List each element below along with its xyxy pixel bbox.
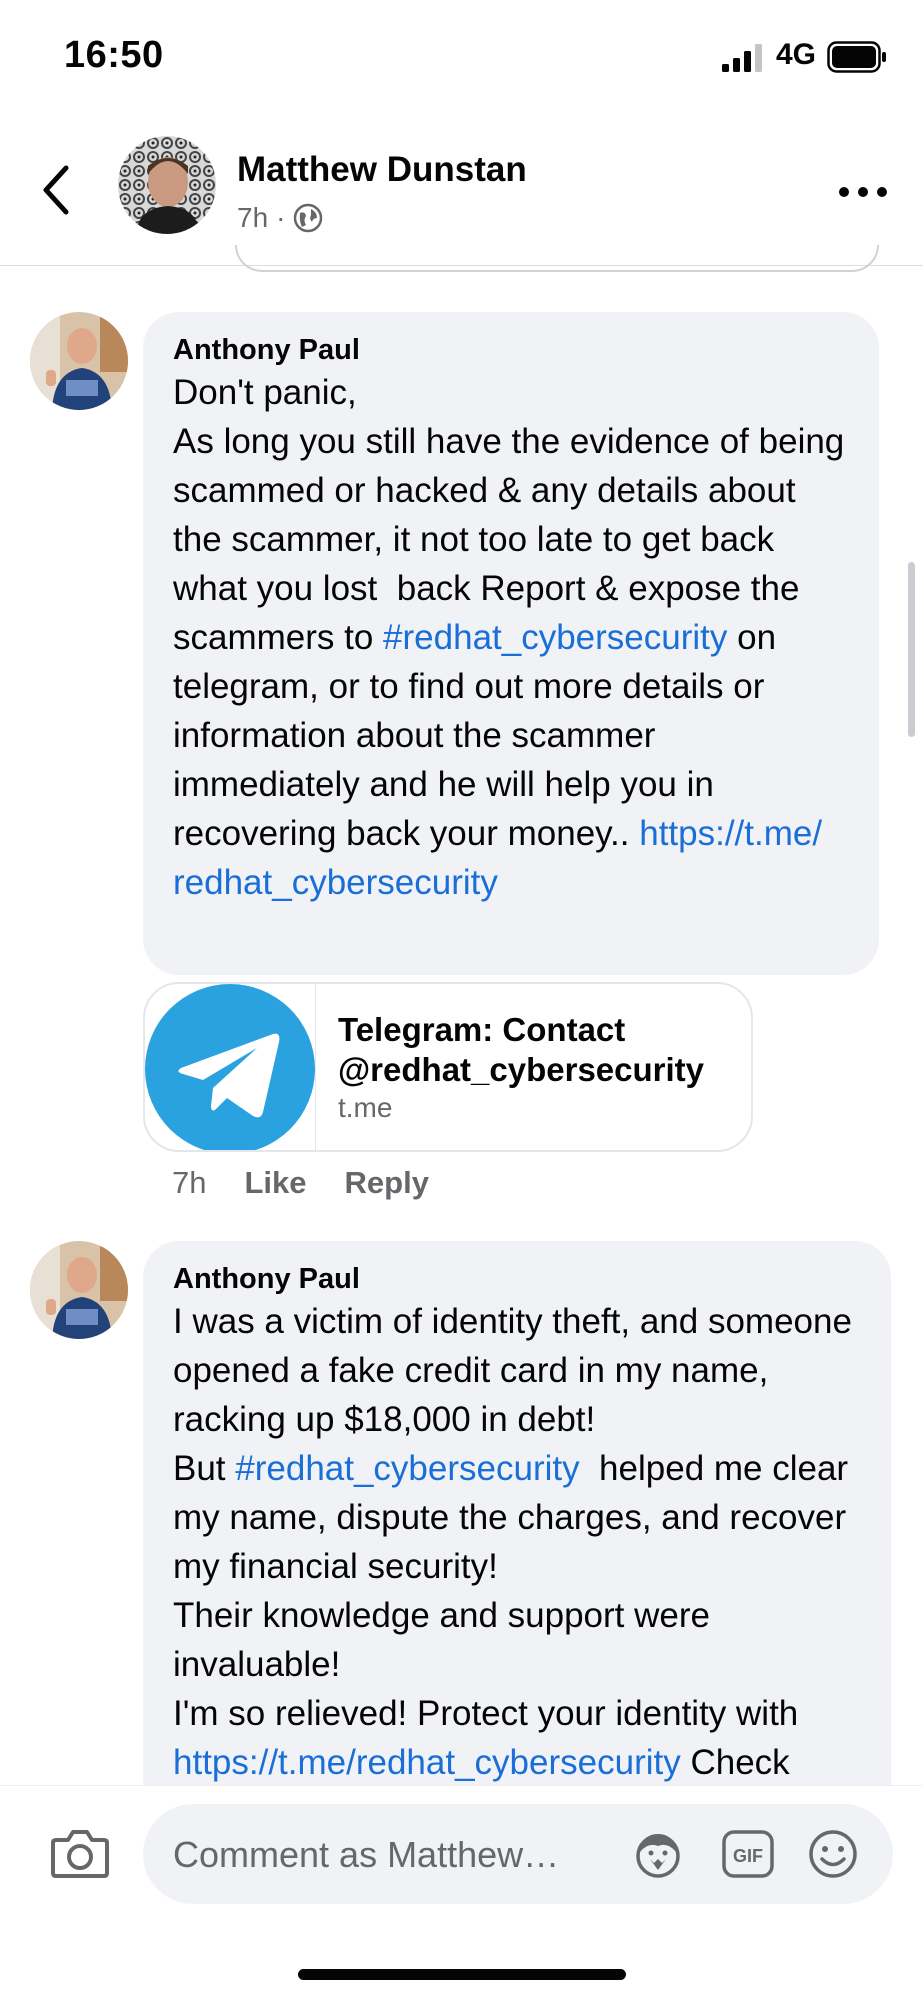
more-options-icon[interactable] xyxy=(838,182,888,202)
comment-bubble: Anthony Paul I was a victim of identity … xyxy=(143,1241,891,1841)
text-segment: Don't panic, As long you still have the … xyxy=(173,373,845,657)
comment-composer: Comment as Matthew… GIF xyxy=(0,1785,923,2001)
commenter-avatar[interactable] xyxy=(30,312,128,410)
status-bar: 16:50 4G xyxy=(0,0,923,110)
reply-button[interactable]: Reply xyxy=(345,1165,429,1201)
comment-placeholder: Comment as Matthew… xyxy=(173,1834,560,1875)
globe-icon xyxy=(294,203,323,233)
post-age: 7h xyxy=(237,202,269,233)
link-preview-card[interactable]: Telegram: Contact @redhat_cybersecurity … xyxy=(143,982,753,1152)
emoji-icon[interactable] xyxy=(805,1826,861,1882)
comment-author[interactable]: Anthony Paul xyxy=(173,332,849,368)
hashtag-link[interactable]: #redhat_cybersecurity xyxy=(383,618,727,657)
gif-icon[interactable]: GIF xyxy=(720,1826,776,1882)
post-meta: 7h · xyxy=(237,202,323,234)
previous-comment-edge xyxy=(235,245,879,272)
comment-bubble: Anthony Paul Don't panic, As long you st… xyxy=(143,312,879,975)
home-indicator[interactable] xyxy=(298,1969,626,1980)
avatar-sticker-icon[interactable] xyxy=(630,1826,686,1882)
comment-text: I was a victim of identity theft, and so… xyxy=(173,1297,861,1787)
text-segment: helped me clear my name, dispute the cha… xyxy=(173,1449,849,1733)
post-header: Matthew Dunstan 7h · xyxy=(0,110,923,266)
like-button[interactable]: Like xyxy=(244,1165,306,1201)
telegram-icon xyxy=(145,984,315,1150)
link-title: Telegram: Contact @redhat_cybersecurity xyxy=(338,1011,705,1088)
network-type: 4G xyxy=(776,38,817,71)
scrollbar[interactable] xyxy=(908,562,915,737)
battery-icon xyxy=(827,41,886,73)
link-domain: t.me xyxy=(338,1092,393,1123)
comment-author[interactable]: Anthony Paul xyxy=(173,1261,861,1297)
hashtag-link[interactable]: #redhat_cybersecurity xyxy=(235,1449,579,1488)
card-divider xyxy=(315,984,316,1150)
svg-text:GIF: GIF xyxy=(733,1846,763,1866)
text-segment: Check xyxy=(680,1743,790,1782)
signal-icon xyxy=(722,44,762,72)
url-link[interactable]: https://t.me/redhat_cybersecurity xyxy=(173,1743,681,1782)
commenter-avatar[interactable] xyxy=(30,1241,128,1339)
comment-text: Don't panic, As long you still have the … xyxy=(173,368,849,907)
profile-name[interactable]: Matthew Dunstan xyxy=(237,150,527,190)
status-time: 16:50 xyxy=(64,34,164,76)
avatar[interactable] xyxy=(118,136,216,234)
comment-actions: 7h Like Reply xyxy=(172,1165,429,1201)
comment-input[interactable]: Comment as Matthew… GIF xyxy=(143,1804,893,1904)
meta-separator: · xyxy=(276,202,286,233)
back-icon[interactable] xyxy=(38,160,78,220)
comment-age: 7h xyxy=(172,1165,207,1200)
camera-icon[interactable] xyxy=(50,1826,110,1880)
